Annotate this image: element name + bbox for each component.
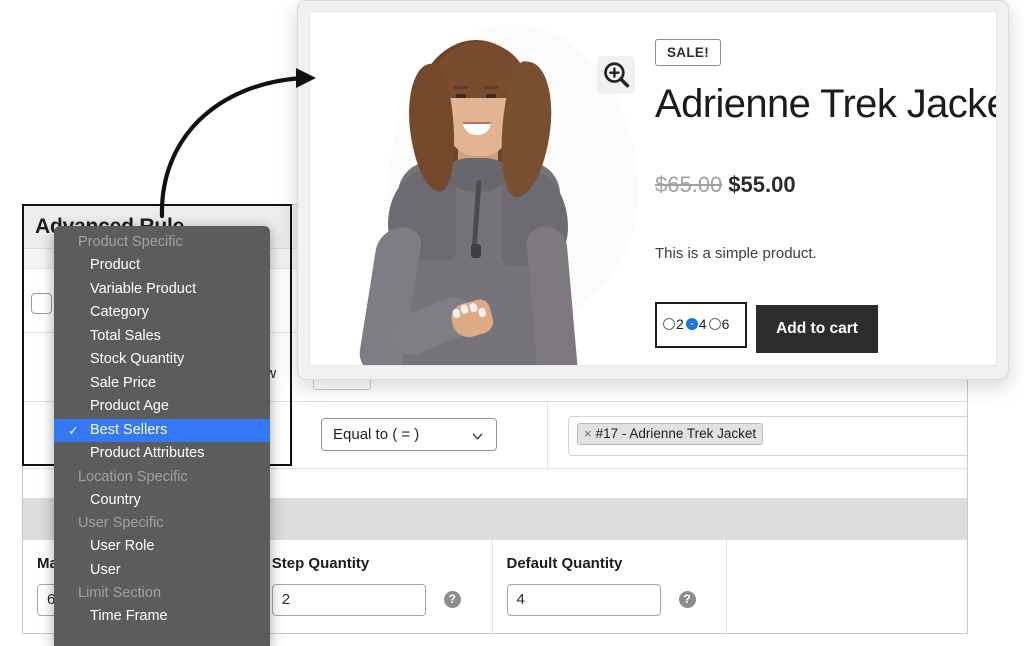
dropdown-group-label: Limit Section bbox=[78, 585, 162, 601]
dropdown-item-total-sales[interactable]: Total Sales bbox=[54, 325, 270, 349]
step-quantity-input[interactable]: 2 bbox=[271, 584, 426, 616]
dropdown-item-product[interactable]: Product bbox=[54, 254, 270, 278]
model-nail bbox=[468, 302, 479, 313]
quantity-radio-4-label: 4 bbox=[698, 316, 707, 332]
dropdown-group-label: Location Specific bbox=[78, 468, 188, 485]
model-eye-right bbox=[486, 94, 496, 98]
quantity-spacer-cell bbox=[727, 540, 967, 633]
dropdown-item-label: Category bbox=[90, 304, 149, 320]
default-quantity-label: Default Quantity bbox=[506, 555, 623, 572]
check-icon: ✓ bbox=[68, 422, 79, 438]
annotation-arrow bbox=[159, 68, 316, 219]
dropdown-item-stock-quantity[interactable]: Stock Quantity bbox=[54, 348, 270, 372]
quantity-radio-2-label: 2 bbox=[676, 316, 684, 332]
magnifier-plus-icon[interactable] bbox=[597, 56, 635, 94]
dropdown-item-label: Product Age bbox=[90, 398, 169, 414]
product-title: Adrienne Trek Jacket bbox=[655, 82, 997, 126]
step-quantity-help-icon[interactable]: ? bbox=[443, 591, 461, 608]
product-token-label: #17 - Adrienne Trek Jacket bbox=[595, 426, 757, 441]
dropdown-group-label: Product Specific bbox=[78, 234, 183, 250]
token-remove-icon[interactable]: × bbox=[584, 426, 592, 441]
product-description: This is a simple product. bbox=[655, 245, 817, 262]
quantity-radio-4[interactable] bbox=[685, 318, 698, 330]
add-to-cart-button[interactable]: Add to cart bbox=[756, 305, 878, 353]
price-sale: $55.00 bbox=[728, 172, 796, 197]
model-nail bbox=[477, 307, 487, 318]
quantity-radio-2[interactable] bbox=[663, 318, 675, 330]
dropdown-item-time-frame[interactable]: Time Frame bbox=[54, 605, 270, 629]
step-quantity-label: Step Quantity bbox=[271, 555, 370, 572]
model-nail bbox=[459, 303, 470, 315]
status-badge: SALE! bbox=[655, 39, 721, 66]
dropdown-item-label: Sale Price bbox=[90, 374, 157, 391]
dropdown-item-label: Stock Quantity bbox=[90, 351, 185, 367]
operator-select[interactable]: Equal to ( = ) bbox=[321, 418, 497, 451]
condition-type-dropdown-menu[interactable]: Product Specific Product Variable Product C… bbox=[54, 226, 270, 646]
model-eye-left bbox=[456, 94, 466, 98]
dropdown-item-sale-price[interactable]: Sale Price bbox=[54, 372, 270, 396]
product-price: $65.00 $55.00 bbox=[655, 172, 796, 198]
dropdown-item-user-role[interactable]: User Role bbox=[54, 535, 270, 559]
dropdown-item-label: Total Sales bbox=[90, 327, 161, 344]
dropdown-item-label: User Role bbox=[90, 538, 155, 554]
model-zipper-pull bbox=[471, 244, 481, 258]
price-original: $65.00 bbox=[655, 172, 723, 197]
product-preview-content: SALE! Adrienne Trek Jacket $65.00 $55.00 … bbox=[309, 11, 997, 366]
dropdown-item-label: Product Attributes bbox=[90, 445, 205, 461]
dropdown-item-best-sellers[interactable]: ✓ Best Sellers bbox=[54, 418, 270, 442]
product-image-area bbox=[310, 12, 645, 365]
product-preview-window: SALE! Adrienne Trek Jacket $65.00 $55.00 … bbox=[297, 0, 1009, 380]
quantity-radio-6-label: 6 bbox=[721, 316, 730, 332]
dropdown-item-user[interactable]: User bbox=[54, 559, 270, 583]
dropdown-item-label: Variable Product bbox=[90, 280, 197, 297]
default-quantity-input[interactable]: 4 bbox=[506, 584, 661, 616]
chevron-down-icon bbox=[472, 433, 483, 440]
default-quantity-cell: Default Quantity 4 ? bbox=[493, 540, 728, 633]
quantity-radio-options: 246 bbox=[663, 316, 731, 332]
model-eyebrow-right bbox=[483, 86, 498, 89]
dropdown-item-country[interactable]: Country bbox=[54, 489, 270, 513]
product-photo-model bbox=[326, 30, 626, 365]
quantity-radio-group[interactable]: 246 bbox=[655, 302, 747, 348]
dropdown-item-label: Product bbox=[90, 257, 140, 273]
product-token-field[interactable]: × #17 - Adrienne Trek Jacket bbox=[568, 416, 967, 456]
dropdown-item-product-age[interactable]: Product Age bbox=[54, 395, 270, 419]
operator-select-value: Equal to ( = ) bbox=[333, 426, 420, 443]
dropdown-item-label: Best Sellers bbox=[90, 421, 168, 438]
default-quantity-help-icon[interactable]: ? bbox=[678, 591, 696, 608]
step-quantity-cell: Step Quantity 2 ? bbox=[258, 540, 493, 633]
magnifier-plus-glyph bbox=[604, 62, 630, 88]
model-nail bbox=[451, 308, 462, 319]
dropdown-item-label: Time Frame bbox=[90, 608, 168, 624]
dropdown-item-category[interactable]: Category bbox=[54, 301, 270, 325]
dropdown-item-product-attributes[interactable]: Product Attributes bbox=[54, 442, 270, 466]
product-token[interactable]: × #17 - Adrienne Trek Jacket bbox=[577, 423, 764, 445]
dropdown-item-variable-product[interactable]: Variable Product bbox=[54, 278, 270, 302]
model-eyebrow-left bbox=[453, 86, 468, 89]
quantity-radio-6[interactable] bbox=[708, 318, 721, 330]
product-details: SALE! Adrienne Trek Jacket $65.00 $55.00 … bbox=[655, 12, 996, 365]
dropdown-item-label: Country bbox=[90, 491, 141, 508]
dropdown-item-label: User bbox=[90, 561, 121, 578]
dropdown-group-label: User Specific bbox=[78, 515, 164, 531]
